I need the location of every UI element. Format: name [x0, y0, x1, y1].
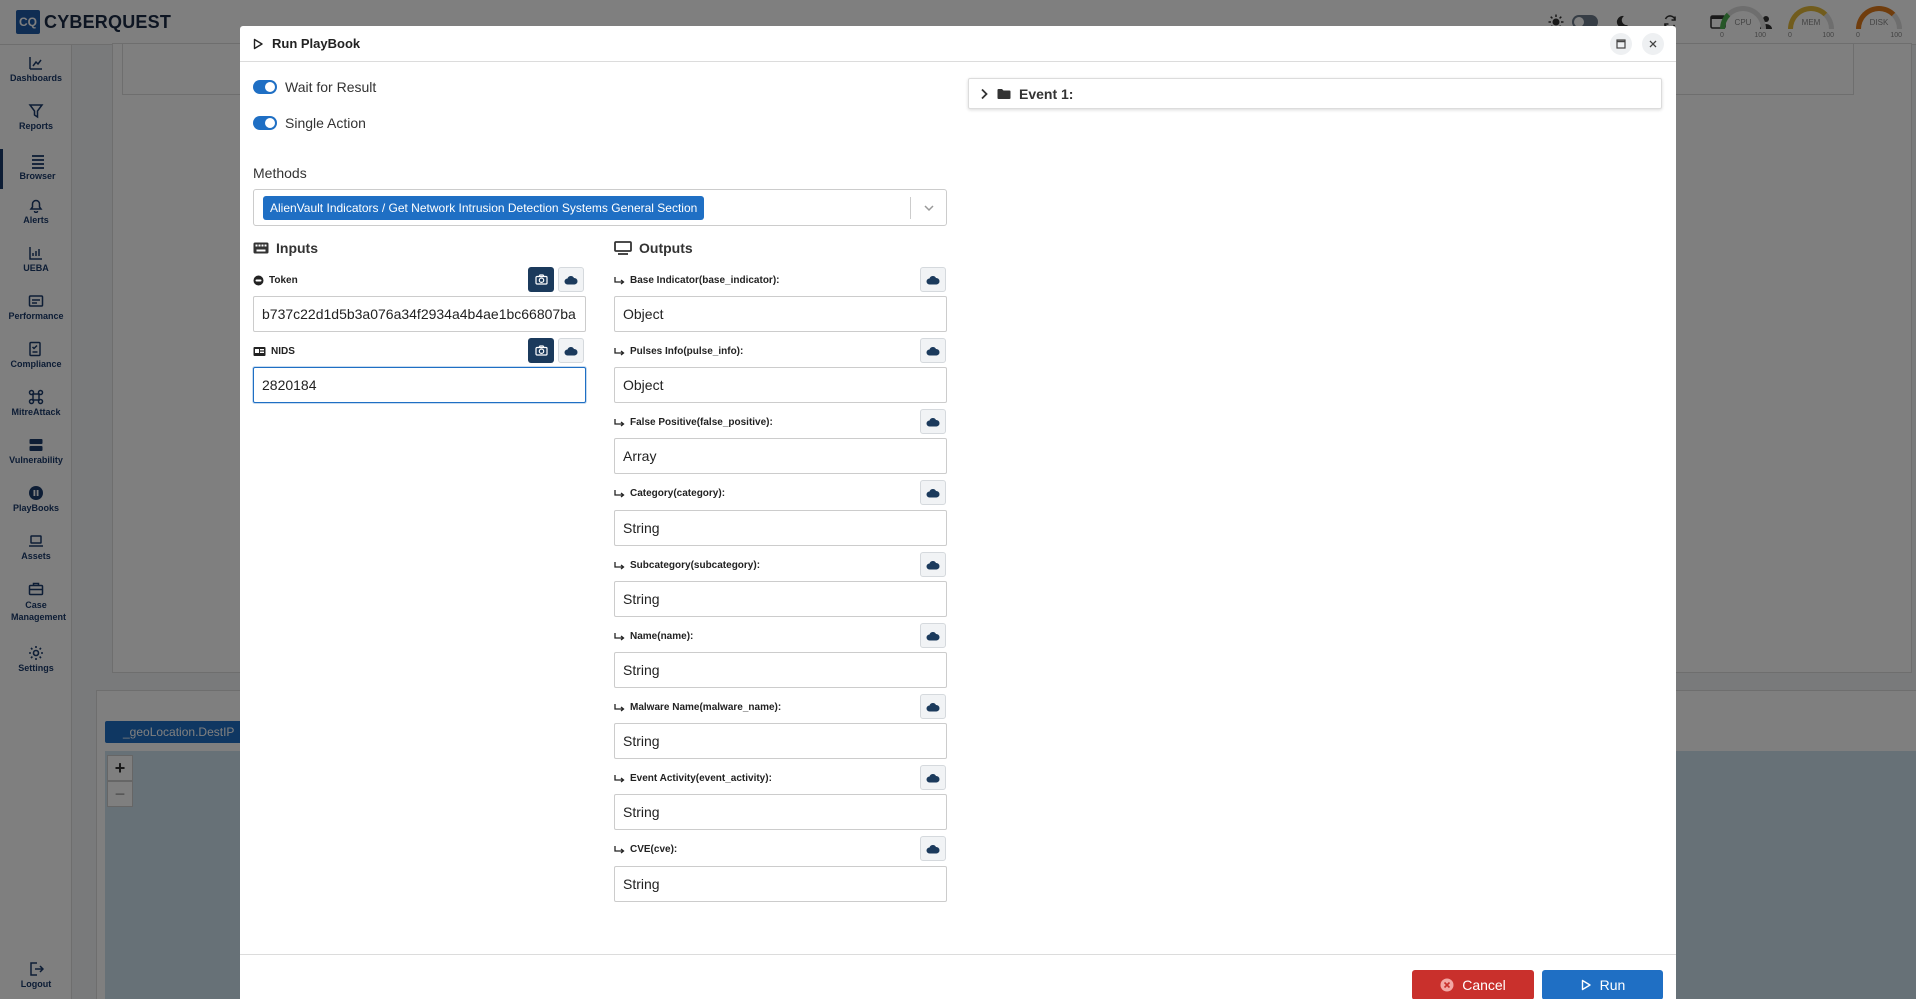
arrow-turn-icon	[614, 418, 625, 427]
arrow-turn-icon	[614, 632, 625, 641]
arrow-turn-icon	[614, 347, 625, 356]
nids-input[interactable]: 2820184	[253, 367, 586, 403]
token-cloud-button[interactable]	[558, 267, 584, 292]
output-cloud-button[interactable]	[920, 338, 946, 363]
close-icon	[1649, 40, 1657, 47]
id-card-icon	[253, 347, 266, 356]
token-camera-button[interactable]	[528, 267, 554, 292]
token-input[interactable]: b737c22d1d5b3a076a34f2934a4b4ae1bc66807b…	[253, 296, 586, 332]
output-label: Name(name):	[614, 631, 693, 642]
arrow-turn-icon	[614, 561, 625, 570]
cloud-icon	[926, 346, 940, 355]
methods-select[interactable]: AlienVault Indicators / Get Network Intr…	[253, 189, 947, 226]
folder-icon	[997, 88, 1011, 99]
cancel-icon	[1440, 978, 1454, 992]
run-button[interactable]: Run	[1542, 970, 1663, 999]
monitor-icon	[614, 241, 632, 255]
event-panel[interactable]: Event 1:	[968, 78, 1662, 109]
single-action-switch[interactable]	[253, 116, 277, 130]
output-value[interactable]: Object	[614, 367, 947, 403]
chevron-right-icon[interactable]	[979, 88, 989, 100]
run-playbook-modal: Run PlayBook Wait for Result Single Acti…	[240, 26, 1676, 999]
output-value[interactable]: Object	[614, 296, 947, 332]
play-icon	[1581, 979, 1591, 991]
cloud-icon	[926, 773, 940, 782]
maximize-button[interactable]	[1610, 32, 1632, 55]
output-value[interactable]: String	[614, 510, 947, 546]
nids-label: NIDS	[253, 346, 295, 357]
cloud-icon	[926, 417, 940, 426]
arrow-turn-icon	[614, 845, 625, 854]
nids-cloud-button[interactable]	[558, 338, 584, 363]
cloud-icon	[926, 631, 940, 640]
output-label: False Positive(false_positive):	[614, 417, 773, 428]
nids-camera-button[interactable]	[528, 338, 554, 363]
arrow-turn-icon	[614, 774, 625, 783]
maximize-icon	[1616, 38, 1626, 49]
arrow-turn-icon	[614, 703, 625, 712]
user-secret-icon	[253, 275, 264, 286]
cloud-icon	[926, 275, 940, 284]
play-icon	[253, 38, 263, 49]
cloud-icon	[926, 844, 940, 853]
modal-header: Run PlayBook	[240, 26, 1676, 62]
output-label: Base Indicator(base_indicator):	[614, 275, 779, 286]
cloud-icon	[926, 560, 940, 569]
inputs-title: Inputs	[253, 240, 318, 256]
cloud-icon	[564, 346, 578, 355]
output-label: Category(category):	[614, 488, 725, 499]
chevron-down-icon[interactable]	[922, 201, 936, 215]
output-cloud-button[interactable]	[920, 623, 946, 648]
output-label: CVE(cve):	[614, 844, 677, 855]
output-label: Malware Name(malware_name):	[614, 702, 781, 713]
modal-title: Run PlayBook	[272, 36, 361, 51]
cancel-button[interactable]: Cancel	[1412, 970, 1534, 999]
arrow-turn-icon	[614, 489, 625, 498]
output-value[interactable]: Array	[614, 438, 947, 474]
output-value[interactable]: String	[614, 866, 947, 902]
output-cloud-button[interactable]	[920, 267, 946, 292]
output-cloud-button[interactable]	[920, 552, 946, 577]
token-label: Token	[253, 275, 298, 286]
output-label: Event Activity(event_activity):	[614, 773, 772, 784]
methods-label: Methods	[253, 165, 307, 181]
output-value[interactable]: String	[614, 794, 947, 830]
arrow-turn-icon	[614, 276, 625, 285]
cloud-icon	[926, 488, 940, 497]
output-label: Subcategory(subcategory):	[614, 560, 760, 571]
outputs-title: Outputs	[614, 240, 693, 256]
output-value[interactable]: String	[614, 723, 947, 759]
close-button[interactable]	[1642, 32, 1664, 55]
output-value[interactable]: String	[614, 581, 947, 617]
camera-icon	[534, 345, 548, 356]
output-cloud-button[interactable]	[920, 480, 946, 505]
camera-icon	[534, 274, 548, 285]
cloud-icon	[926, 702, 940, 711]
wait-for-result-toggle[interactable]: Wait for Result	[253, 79, 376, 95]
cloud-icon	[564, 275, 578, 284]
keyboard-icon	[253, 242, 269, 254]
output-value[interactable]: String	[614, 652, 947, 688]
output-label: Pulses Info(pulse_info):	[614, 346, 743, 357]
wait-for-result-switch[interactable]	[253, 80, 277, 94]
output-cloud-button[interactable]	[920, 765, 946, 790]
single-action-toggle[interactable]: Single Action	[253, 115, 366, 131]
method-chip[interactable]: AlienVault Indicators / Get Network Intr…	[263, 196, 705, 220]
event-label: Event 1:	[1019, 85, 1074, 102]
output-cloud-button[interactable]	[920, 694, 946, 719]
output-cloud-button[interactable]	[920, 409, 946, 434]
output-cloud-button[interactable]	[920, 836, 946, 861]
